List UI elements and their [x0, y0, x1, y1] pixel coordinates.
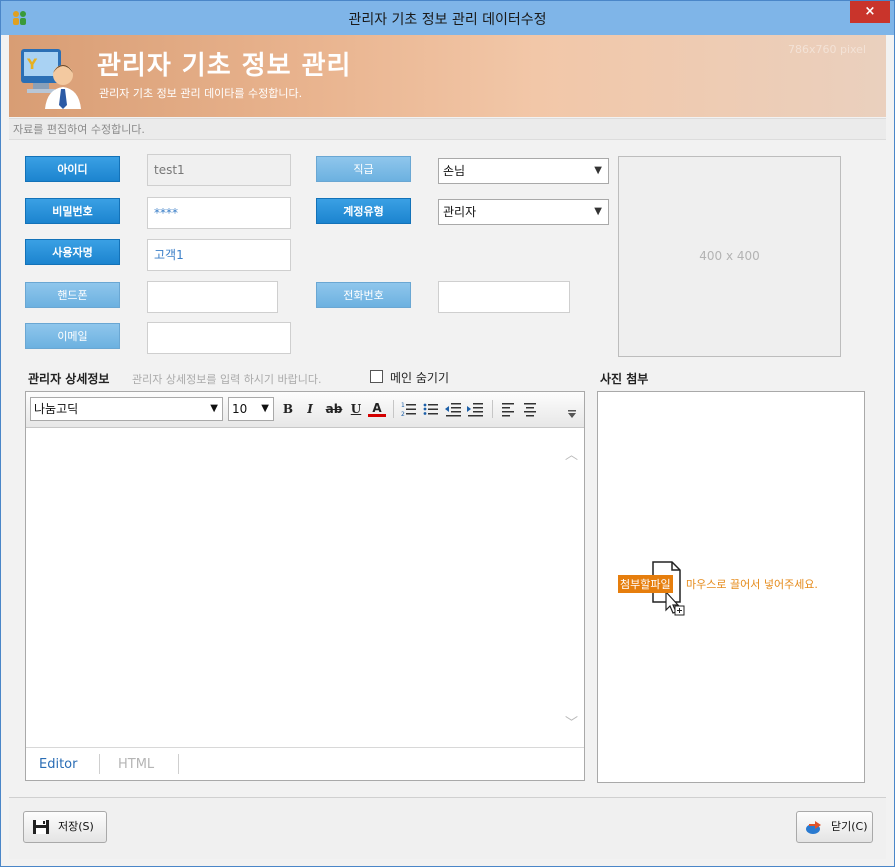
- save-button-label: 저장(S): [58, 820, 94, 833]
- italic-button[interactable]: I: [301, 399, 319, 419]
- floppy-disk-icon: [33, 820, 49, 834]
- save-button[interactable]: 저장(S): [23, 811, 107, 843]
- tab-editor[interactable]: Editor: [39, 757, 77, 772]
- underline-button[interactable]: U: [347, 399, 365, 419]
- font-family-value: 나눔고딕: [34, 402, 79, 416]
- toolbar-separator: [492, 400, 493, 418]
- title-bar[interactable]: 관리자 기초 정보 관리 데이터수정 ×: [1, 1, 894, 35]
- admin-user-icon: Y: [21, 49, 81, 109]
- font-size-select[interactable]: 10 ▼: [228, 397, 274, 421]
- rank-label: 직급: [316, 156, 411, 182]
- id-label: 아이디: [25, 156, 120, 182]
- account-type-label: 계정유형: [316, 198, 411, 224]
- photo-size-hint: 400 x 400: [699, 249, 760, 263]
- window-close-button[interactable]: ×: [850, 1, 890, 23]
- account-type-select-value: 관리자: [443, 205, 477, 219]
- tab-html[interactable]: HTML: [118, 757, 154, 772]
- footer-bar: 저장(S) 닫기(C): [9, 797, 886, 859]
- editor-mode-tabs: Editor HTML: [26, 747, 584, 780]
- hide-main-checkbox[interactable]: [370, 370, 383, 383]
- username-field[interactable]: 고객1: [147, 239, 291, 271]
- chevron-down-icon: ▼: [594, 206, 602, 217]
- bold-button[interactable]: B: [279, 399, 297, 419]
- scroll-down-icon[interactable]: ﹀: [565, 712, 578, 731]
- password-label: 비밀번호: [25, 198, 120, 224]
- align-left-icon[interactable]: [499, 399, 517, 419]
- banner-size-note: 786x760 pixel: [787, 43, 866, 56]
- align-center-icon[interactable]: [521, 399, 539, 419]
- close-button-label: 닫기(C): [831, 820, 868, 833]
- window-title: 관리자 기초 정보 관리 데이터수정: [348, 12, 547, 28]
- font-size-value: 10: [232, 402, 248, 416]
- email-label: 이메일: [25, 323, 120, 349]
- font-family-select[interactable]: 나눔고딕 ▼: [30, 397, 223, 421]
- edit-notice: 자료를 편집하여 수정합니다.: [9, 118, 886, 140]
- rich-text-editor: 나눔고딕 ▼ 10 ▼ B I ab U A 12 ︿ ﹀ Editor HTM…: [25, 391, 585, 781]
- attach-title: 사진 첨부: [600, 372, 649, 386]
- tab-separator: [99, 754, 100, 774]
- strikethrough-button[interactable]: ab: [323, 399, 345, 419]
- toolbar-more-icon[interactable]: [566, 408, 578, 420]
- svg-text:2: 2: [401, 411, 405, 418]
- rank-select-value: 손님: [443, 164, 466, 178]
- photo-preview[interactable]: 400 x 400: [618, 156, 841, 357]
- attach-instruction: 마우스로 끌어서 넣어주세요.: [686, 578, 818, 591]
- username-label: 사용자명: [25, 239, 120, 265]
- svg-text:Y: Y: [26, 57, 38, 73]
- attach-file-badge: 첨부할파일: [618, 575, 673, 593]
- bullet-list-icon[interactable]: [422, 399, 440, 419]
- account-type-select[interactable]: 관리자 ▼: [438, 199, 609, 225]
- banner-subtitle: 관리자 기초 정보 관리 데이타를 수정합니다.: [99, 87, 303, 100]
- banner-title: 관리자 기초 정보 관리: [97, 51, 352, 81]
- font-color-button[interactable]: A: [368, 399, 386, 417]
- detail-hint: 관리자 상세정보를 입력 하시기 바랍니다.: [132, 373, 322, 386]
- email-field[interactable]: [147, 322, 291, 354]
- chevron-down-icon: ▼: [210, 403, 218, 414]
- toolbar-separator: [393, 400, 394, 418]
- id-field[interactable]: test1: [147, 154, 291, 186]
- detail-title: 관리자 상세정보: [28, 372, 110, 386]
- tab-separator: [178, 754, 179, 774]
- dialog-window: 관리자 기초 정보 관리 데이터수정 × Y 관리자 기초 정보 관리 관리자 …: [0, 0, 895, 867]
- rank-select[interactable]: 손님 ▼: [438, 158, 609, 184]
- phone-label: 전화번호: [316, 282, 411, 308]
- indent-icon[interactable]: [466, 399, 484, 419]
- phone-field[interactable]: [438, 281, 570, 313]
- outdent-icon[interactable]: [444, 399, 462, 419]
- mobile-field[interactable]: [147, 281, 278, 313]
- editor-toolbar: 나눔고딕 ▼ 10 ▼ B I ab U A 12: [26, 392, 584, 428]
- password-field[interactable]: ****: [147, 197, 291, 229]
- exit-icon: [806, 821, 821, 834]
- editor-content-area[interactable]: [26, 429, 584, 747]
- chevron-down-icon: ▼: [594, 165, 602, 176]
- close-button[interactable]: 닫기(C): [796, 811, 873, 843]
- svg-text:1: 1: [401, 402, 405, 409]
- header-banner: Y 관리자 기초 정보 관리 관리자 기초 정보 관리 데이타를 수정합니다. …: [9, 35, 886, 117]
- chevron-down-icon: ▼: [261, 403, 269, 414]
- ordered-list-icon[interactable]: 12: [400, 399, 418, 419]
- hide-main-label: 메인 숨기기: [390, 371, 450, 385]
- scroll-up-icon[interactable]: ︿: [565, 444, 578, 463]
- mobile-label: 핸드폰: [25, 282, 120, 308]
- photo-attach-dropzone[interactable]: 첨부할파일 마우스로 끌어서 넣어주세요.: [597, 391, 865, 783]
